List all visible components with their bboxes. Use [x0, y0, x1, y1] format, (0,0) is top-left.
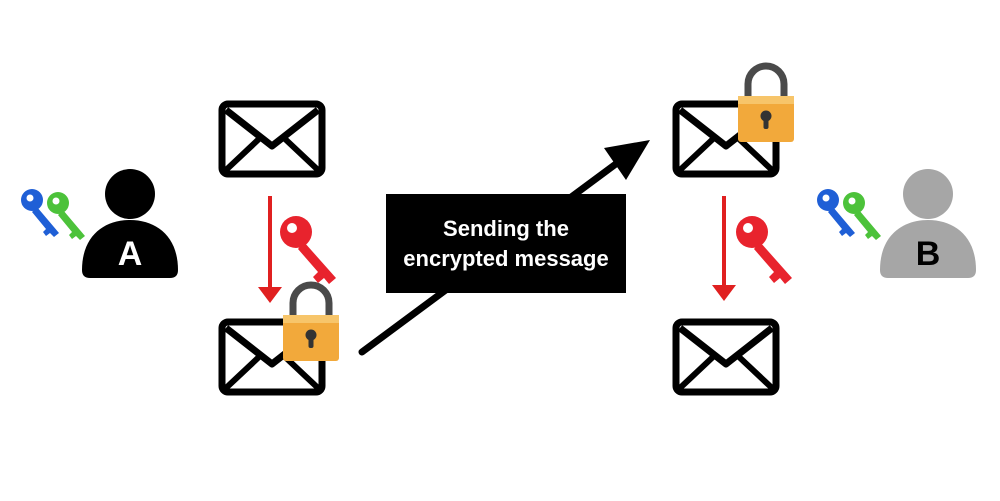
key-pair-a: [21, 189, 85, 240]
red-arrow-down-left: [258, 196, 282, 303]
red-key-icon: [736, 216, 792, 284]
red-key-icon: [280, 216, 336, 284]
person-a-avatar: A: [82, 169, 178, 278]
envelope-icon: [222, 104, 322, 174]
red-arrow-down-right: [712, 196, 736, 301]
padlock-icon: [283, 285, 339, 361]
encryption-diagram: A B Sending the encrypted message: [0, 0, 1000, 501]
message-label: Sending the encrypted message: [386, 194, 626, 293]
padlock-icon: [738, 66, 794, 142]
person-a-head: [105, 169, 155, 219]
message-label-line-2: encrypted message: [403, 245, 609, 271]
person-b-letter: B: [916, 235, 941, 273]
person-b-avatar: B: [880, 169, 976, 278]
message-label-line-1: Sending the: [443, 215, 569, 241]
decrypted-envelope-icon: [676, 322, 776, 392]
person-a-letter: A: [118, 235, 143, 273]
person-b-head: [903, 169, 953, 219]
key-pair-b: [817, 189, 881, 240]
